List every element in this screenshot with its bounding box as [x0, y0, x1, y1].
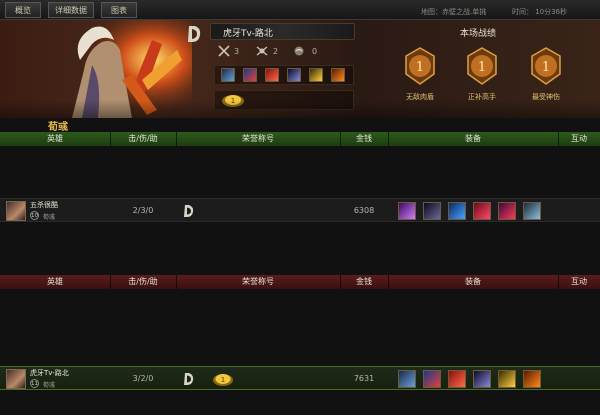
team2-table-header: 英雄 击/伤/助 荣誉称号 金钱 装备 互动: [0, 275, 600, 289]
blue-potion-item-icon[interactable]: [448, 202, 466, 220]
avatar: [6, 201, 26, 221]
skull-swords-icon: [256, 46, 268, 56]
header-honor-title: 荣誉称号: [242, 134, 274, 143]
hero-name: 荀彧: [43, 382, 56, 389]
header-kda: 击/伤/助: [128, 134, 158, 143]
header-hero: 英雄: [47, 277, 63, 286]
player-name: 虎牙Tv-路北: [223, 29, 273, 39]
purple-orb-item-icon[interactable]: [398, 202, 416, 220]
spear-item-icon[interactable]: [398, 370, 416, 388]
player-level: 10: [30, 211, 39, 220]
match-stats-title: 本场战绩: [460, 29, 497, 39]
header-equipment: 装备: [465, 277, 481, 286]
svg-text:1: 1: [542, 60, 550, 75]
red-armor-item-icon[interactable]: [265, 68, 279, 82]
kda-value: 2/3/0: [132, 206, 154, 215]
header-interact: 互动: [571, 134, 587, 143]
header-honor-title: 荣誉称号: [242, 277, 274, 286]
summary-equipment-strip: [214, 65, 354, 85]
assists-count: 0: [312, 47, 318, 56]
tab-charts[interactable]: 图表: [101, 2, 137, 18]
header-money: 金钱: [356, 134, 372, 143]
header-money: 金钱: [356, 277, 372, 286]
player-level: 11: [30, 379, 39, 388]
medal-label-tank: 无敌肉盾: [406, 93, 434, 101]
sword-item-icon[interactable]: [523, 202, 541, 220]
gold-honor-badge-icon: 1: [222, 95, 244, 107]
top-bar: 概览 详细数据 图表 地图：赤壁之战.单挑 时间： 10分36秒: [0, 0, 600, 20]
red-orb-item-icon[interactable]: [498, 202, 516, 220]
header-interact: 互动: [571, 277, 587, 286]
gold-honor-badge-icon: 1: [213, 374, 233, 386]
kda-value: 3/2/0: [132, 374, 154, 383]
honor-d-icon: [184, 205, 194, 217]
summary-badge-strip: 1: [214, 90, 354, 110]
fire-lamp-item-icon[interactable]: [331, 68, 345, 82]
hero-name-label: 荀彧: [48, 122, 68, 133]
match-result-window: 概览 详细数据 图表 地图：赤壁之战.单挑 时间： 10分36秒 虎牙Tv-路北…: [0, 0, 600, 415]
svg-text:1: 1: [416, 60, 424, 75]
header-equipment: 装备: [465, 134, 481, 143]
red-armor-item-icon[interactable]: [448, 370, 466, 388]
medal-label-lasthit: 正补高手: [468, 93, 496, 101]
dark-staff-item-icon[interactable]: [287, 68, 301, 82]
tab-overview[interactable]: 概览: [5, 2, 41, 18]
hero-name: 荀彧: [43, 214, 56, 221]
gold-lamp-item-icon[interactable]: [309, 68, 323, 82]
time-info: 时间： 10分36秒: [512, 8, 568, 16]
blue-helm-item-icon[interactable]: [423, 370, 441, 388]
header-hero: 英雄: [47, 134, 63, 143]
honor-d-icon: [188, 26, 201, 42]
hero-portrait: [62, 20, 192, 118]
tab-detailed-data[interactable]: 详细数据: [48, 2, 94, 18]
medal-damage-taken-icon: 1: [531, 47, 561, 85]
kills-count: 3: [234, 47, 240, 56]
player-name: 五杀很酷: [30, 201, 58, 209]
medal-label-damage-taken: 最受神伤: [532, 93, 560, 101]
player-name-plate: 虎牙Tv-路北: [210, 23, 355, 40]
handshake-icon: [294, 46, 304, 56]
svg-text:1: 1: [231, 97, 235, 105]
crossed-swords-icon: [218, 45, 230, 57]
svg-text:1: 1: [478, 60, 486, 75]
deaths-count: 2: [273, 47, 279, 56]
dark-staff-item-icon[interactable]: [473, 370, 491, 388]
honor-d-icon: [184, 373, 194, 385]
map-info: 地图：赤壁之战.单挑: [421, 8, 487, 16]
money-value: 7631: [353, 374, 375, 383]
medal-lasthit-icon: 1: [467, 47, 497, 85]
gold-lamp-item-icon[interactable]: [498, 370, 516, 388]
summary-panel: 虎牙Tv-路北 3 2 0 1 本场战绩 1 无敌肉盾 1 正补高手 1 最受神…: [0, 20, 600, 118]
table-row-self[interactable]: 虎牙Tv-路北 11 荀彧 3/2/0 1 7631: [0, 366, 600, 390]
svg-text:1: 1: [221, 376, 225, 384]
blue-helm-item-icon[interactable]: [243, 68, 257, 82]
player-name: 虎牙Tv-路北: [30, 369, 69, 377]
money-value: 6308: [353, 206, 375, 215]
header-kda: 击/伤/助: [128, 277, 158, 286]
avatar: [6, 369, 26, 389]
fire-lamp-item-icon[interactable]: [523, 370, 541, 388]
dark-spear-item-icon[interactable]: [423, 202, 441, 220]
medal-tank-icon: 1: [405, 47, 435, 85]
table-row[interactable]: 五杀很酷 10 荀彧 2/3/0 6308: [0, 198, 600, 222]
spear-item-icon[interactable]: [221, 68, 235, 82]
team1-table-header: 英雄 击/伤/助 荣誉称号 金钱 装备 互动: [0, 132, 600, 146]
red-potion-item-icon[interactable]: [473, 202, 491, 220]
